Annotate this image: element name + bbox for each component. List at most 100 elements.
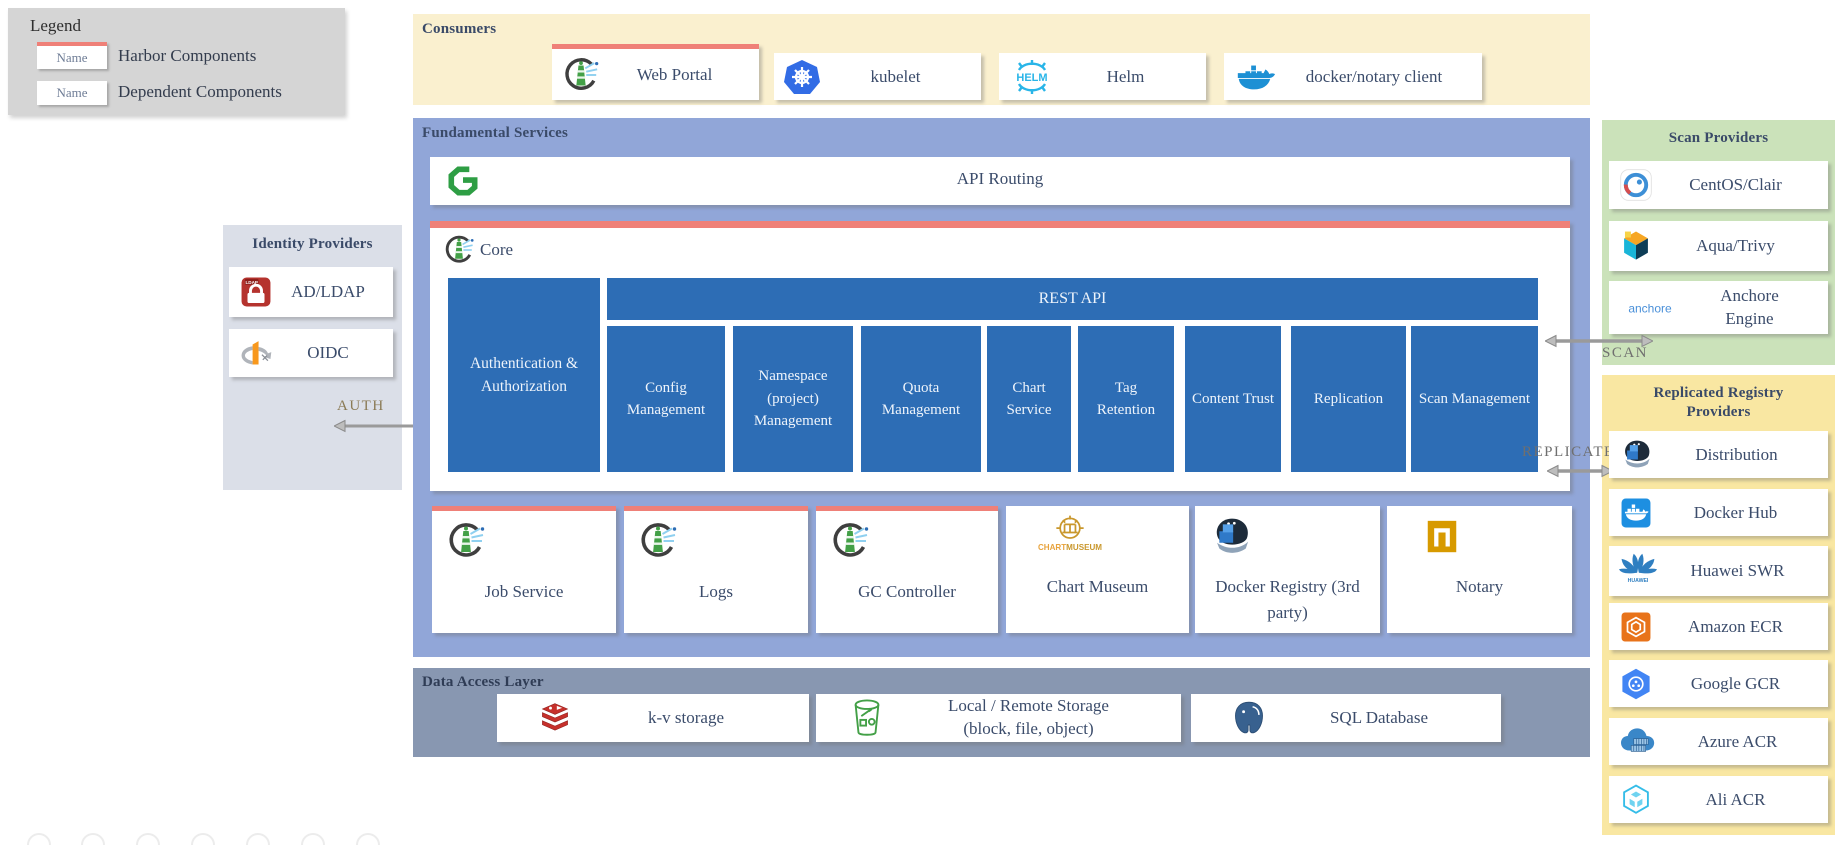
storage-sql-database: SQL Database	[1191, 694, 1501, 742]
identity-provider-label: OIDC	[273, 343, 383, 363]
registry-huawei-swr: HUAWEI Huawei SWR	[1609, 546, 1828, 596]
rest-api-bar: REST API	[607, 278, 1538, 320]
storage-bucket-icon	[848, 696, 886, 740]
redis-icon	[537, 701, 573, 735]
registry-ali-acr: Ali ACR	[1609, 776, 1828, 823]
service-label: Notary	[1387, 574, 1572, 600]
scan-provider-clair: CentOS/Clair	[1609, 161, 1828, 209]
consumer-label: docker/notary client	[1276, 67, 1472, 87]
consumer-label: Web Portal	[600, 65, 749, 85]
scan-provider-label: CentOS/Clair	[1653, 175, 1818, 195]
identity-provider-label: AD/LDAP	[273, 282, 383, 302]
scan-provider-anchore: anchore Anchore Engine	[1609, 281, 1828, 334]
anchore-logo-text: anchore	[1628, 301, 1672, 315]
legend-sample-text: Name	[56, 85, 87, 101]
registry-docker-hub: Docker Hub	[1609, 489, 1828, 536]
replicate-arrow-label: REPLICATE	[1522, 444, 1615, 461]
replicated-registry-providers-title: Replicated Registry Providers	[1622, 384, 1815, 422]
openid-icon	[239, 336, 273, 370]
docker-icon	[1234, 60, 1276, 94]
decorative-circle	[81, 833, 105, 845]
registry-google-gcr: Google GCR	[1609, 660, 1828, 707]
legend-harbor-label: Harbor Components	[118, 46, 256, 66]
storage-kv: k-v storage	[497, 694, 809, 742]
service-job-service: Job Service	[432, 506, 616, 633]
core-module-quota-management: Quota Management	[861, 326, 981, 472]
chartmuseum-logo-text-1: CHART	[1038, 543, 1066, 552]
helm-icon: HELM	[1009, 57, 1055, 97]
dockerhub-icon	[1619, 496, 1653, 530]
chartmuseum-logo-text-2: MUSEUM	[1066, 543, 1102, 552]
trivy-icon	[1619, 229, 1653, 263]
scan-provider-label: Aqua/Trivy	[1653, 236, 1818, 256]
api-routing-label: API Routing	[430, 169, 1570, 189]
distribution-icon	[1619, 437, 1655, 473]
service-gc-controller: GC Controller	[816, 506, 998, 633]
ldap-icon: LDAP	[239, 275, 273, 309]
service-docker-registry: Docker Registry (3rd party)	[1195, 506, 1380, 633]
huawei-icon: HUAWEI	[1619, 553, 1657, 589]
registry-distribution: Distribution	[1609, 431, 1828, 478]
harbor-icon	[830, 521, 870, 561]
storage-label: Local / Remote Storage (block, file, obj…	[886, 695, 1171, 741]
postgresql-icon	[1231, 699, 1267, 737]
storage-label: k-v storage	[573, 708, 799, 728]
core-module-tag-retention: Tag Retention	[1078, 326, 1174, 472]
legend-dependent-sample-box: Name	[37, 81, 107, 105]
legend-sample-text: Name	[56, 50, 87, 66]
service-label: Docker Registry (3rd party)	[1195, 574, 1380, 627]
registry-provider-label: Azure ACR	[1657, 732, 1818, 752]
huawei-logo-text: HUAWEI	[1628, 578, 1649, 584]
consumer-web-portal: Web Portal	[552, 44, 759, 100]
service-notary: Notary	[1387, 506, 1572, 633]
clair-icon	[1619, 168, 1653, 202]
replicate-arrow	[1547, 464, 1613, 478]
consumer-helm: HELM Helm	[999, 53, 1206, 100]
legend-title: Legend	[30, 16, 81, 36]
harbor-icon	[562, 56, 600, 94]
decorative-circle	[27, 833, 51, 845]
scan-providers-title: Scan Providers	[1602, 130, 1835, 147]
core-module-content-trust: Content Trust	[1185, 326, 1281, 472]
identity-oidc: OIDC	[229, 329, 393, 377]
harbor-icon	[638, 521, 678, 561]
legend-harbor-sample-box: Name	[37, 42, 107, 69]
consumer-label: Helm	[1055, 67, 1196, 87]
scan-provider-trivy: Aqua/Trivy	[1609, 221, 1828, 271]
api-routing-box: API Routing	[430, 157, 1570, 205]
decorative-circle	[356, 833, 380, 845]
helm-logo-text: HELM	[1016, 72, 1047, 84]
registry-provider-label: Google GCR	[1653, 674, 1818, 694]
scan-provider-label: Anchore Engine	[1681, 285, 1818, 329]
registry-provider-label: Ali ACR	[1653, 790, 1818, 810]
google-gcr-icon	[1619, 667, 1653, 701]
azure-acr-icon	[1619, 725, 1657, 759]
fundamental-services-title: Fundamental Services	[422, 125, 568, 142]
docker-registry-icon	[1209, 514, 1255, 560]
identity-providers-title: Identity Providers	[223, 236, 402, 253]
notary-icon	[1425, 518, 1459, 556]
consumer-docker-notary-client: docker/notary client	[1224, 53, 1482, 100]
registry-azure-acr: Azure ACR	[1609, 718, 1828, 765]
scan-arrow	[1545, 334, 1653, 348]
registry-provider-label: Docker Hub	[1653, 503, 1818, 523]
core-module-scan-management: Scan Management	[1411, 326, 1538, 472]
decorative-circle	[246, 833, 270, 845]
core-box: Core Authentication & Authorization REST…	[430, 221, 1570, 491]
kubernetes-icon	[784, 59, 820, 95]
consumers-title: Consumers	[422, 21, 496, 38]
harbor-icon	[446, 521, 486, 561]
identity-ad-ldap: LDAP AD/LDAP	[229, 267, 393, 317]
service-label: Logs	[624, 579, 808, 605]
registry-provider-label: Huawei SWR	[1657, 561, 1818, 581]
amazon-ecr-icon	[1619, 610, 1653, 644]
svg-text:CHARTMUSEUM: CHARTMUSEUM	[1038, 543, 1102, 552]
ali-acr-icon	[1619, 783, 1653, 817]
anchore-icon: anchore	[1619, 298, 1681, 318]
consumer-label: kubelet	[820, 67, 971, 87]
decorative-circle	[191, 833, 215, 845]
core-module-config-management: Config Management	[607, 326, 725, 472]
registry-amazon-ecr: Amazon ECR	[1609, 603, 1828, 650]
service-label: Chart Museum	[1006, 574, 1189, 600]
registry-provider-label: Amazon ECR	[1653, 617, 1818, 637]
